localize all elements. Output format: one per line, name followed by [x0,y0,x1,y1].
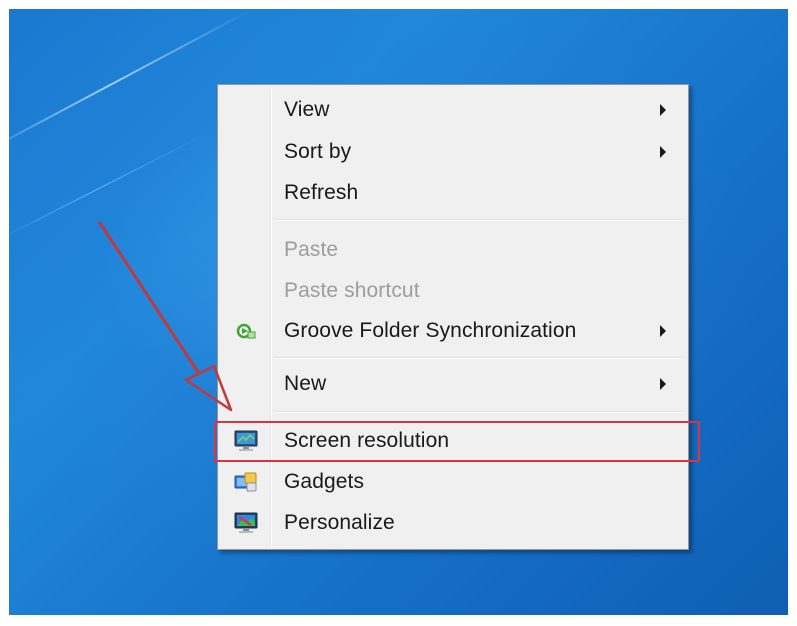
menu-separator [274,411,684,413]
screen-resolution-highlight-box [214,421,700,462]
desktop-context-menu: View Sort by Refresh Paste Paste shortcu… [217,84,689,550]
screenshot-frame: View Sort by Refresh Paste Paste shortcu… [0,0,797,626]
menu-item-label: Personalize [284,511,395,534]
menu-item-label: Groove Folder Synchronization [284,319,577,342]
menu-item-refresh[interactable]: Refresh [220,174,686,212]
menu-item-paste-shortcut: Paste shortcut [220,272,686,310]
menu-item-label: View [284,98,330,121]
menu-item-label: New [284,372,327,395]
submenu-arrow-icon [660,325,666,337]
menu-item-label: Refresh [284,181,359,204]
submenu-arrow-icon [660,104,666,116]
submenu-arrow-icon [660,378,666,390]
menu-item-view[interactable]: View [220,91,686,129]
menu-item-label: Sort by [284,140,352,163]
menu-item-new[interactable]: New [220,365,686,403]
submenu-arrow-icon [660,146,666,158]
menu-separator [274,357,684,359]
menu-item-gadgets[interactable]: Gadgets [220,463,686,501]
wallpaper-light-streak [9,135,204,245]
menu-item-groove-folder-sync[interactable]: Groove Folder Synchronization [220,312,686,350]
personalize-icon [233,511,259,535]
menu-item-label: Gadgets [284,470,365,493]
menu-item-label: Paste [284,238,339,261]
gadgets-icon [233,470,259,494]
menu-item-personalize[interactable]: Personalize [220,504,686,542]
menu-item-sort-by[interactable]: Sort by [220,133,686,171]
wallpaper-light-streak [9,9,253,161]
groove-sync-icon [233,319,259,343]
menu-separator [274,219,684,221]
menu-item-paste: Paste [220,231,686,269]
menu-item-label: Paste shortcut [284,279,420,302]
